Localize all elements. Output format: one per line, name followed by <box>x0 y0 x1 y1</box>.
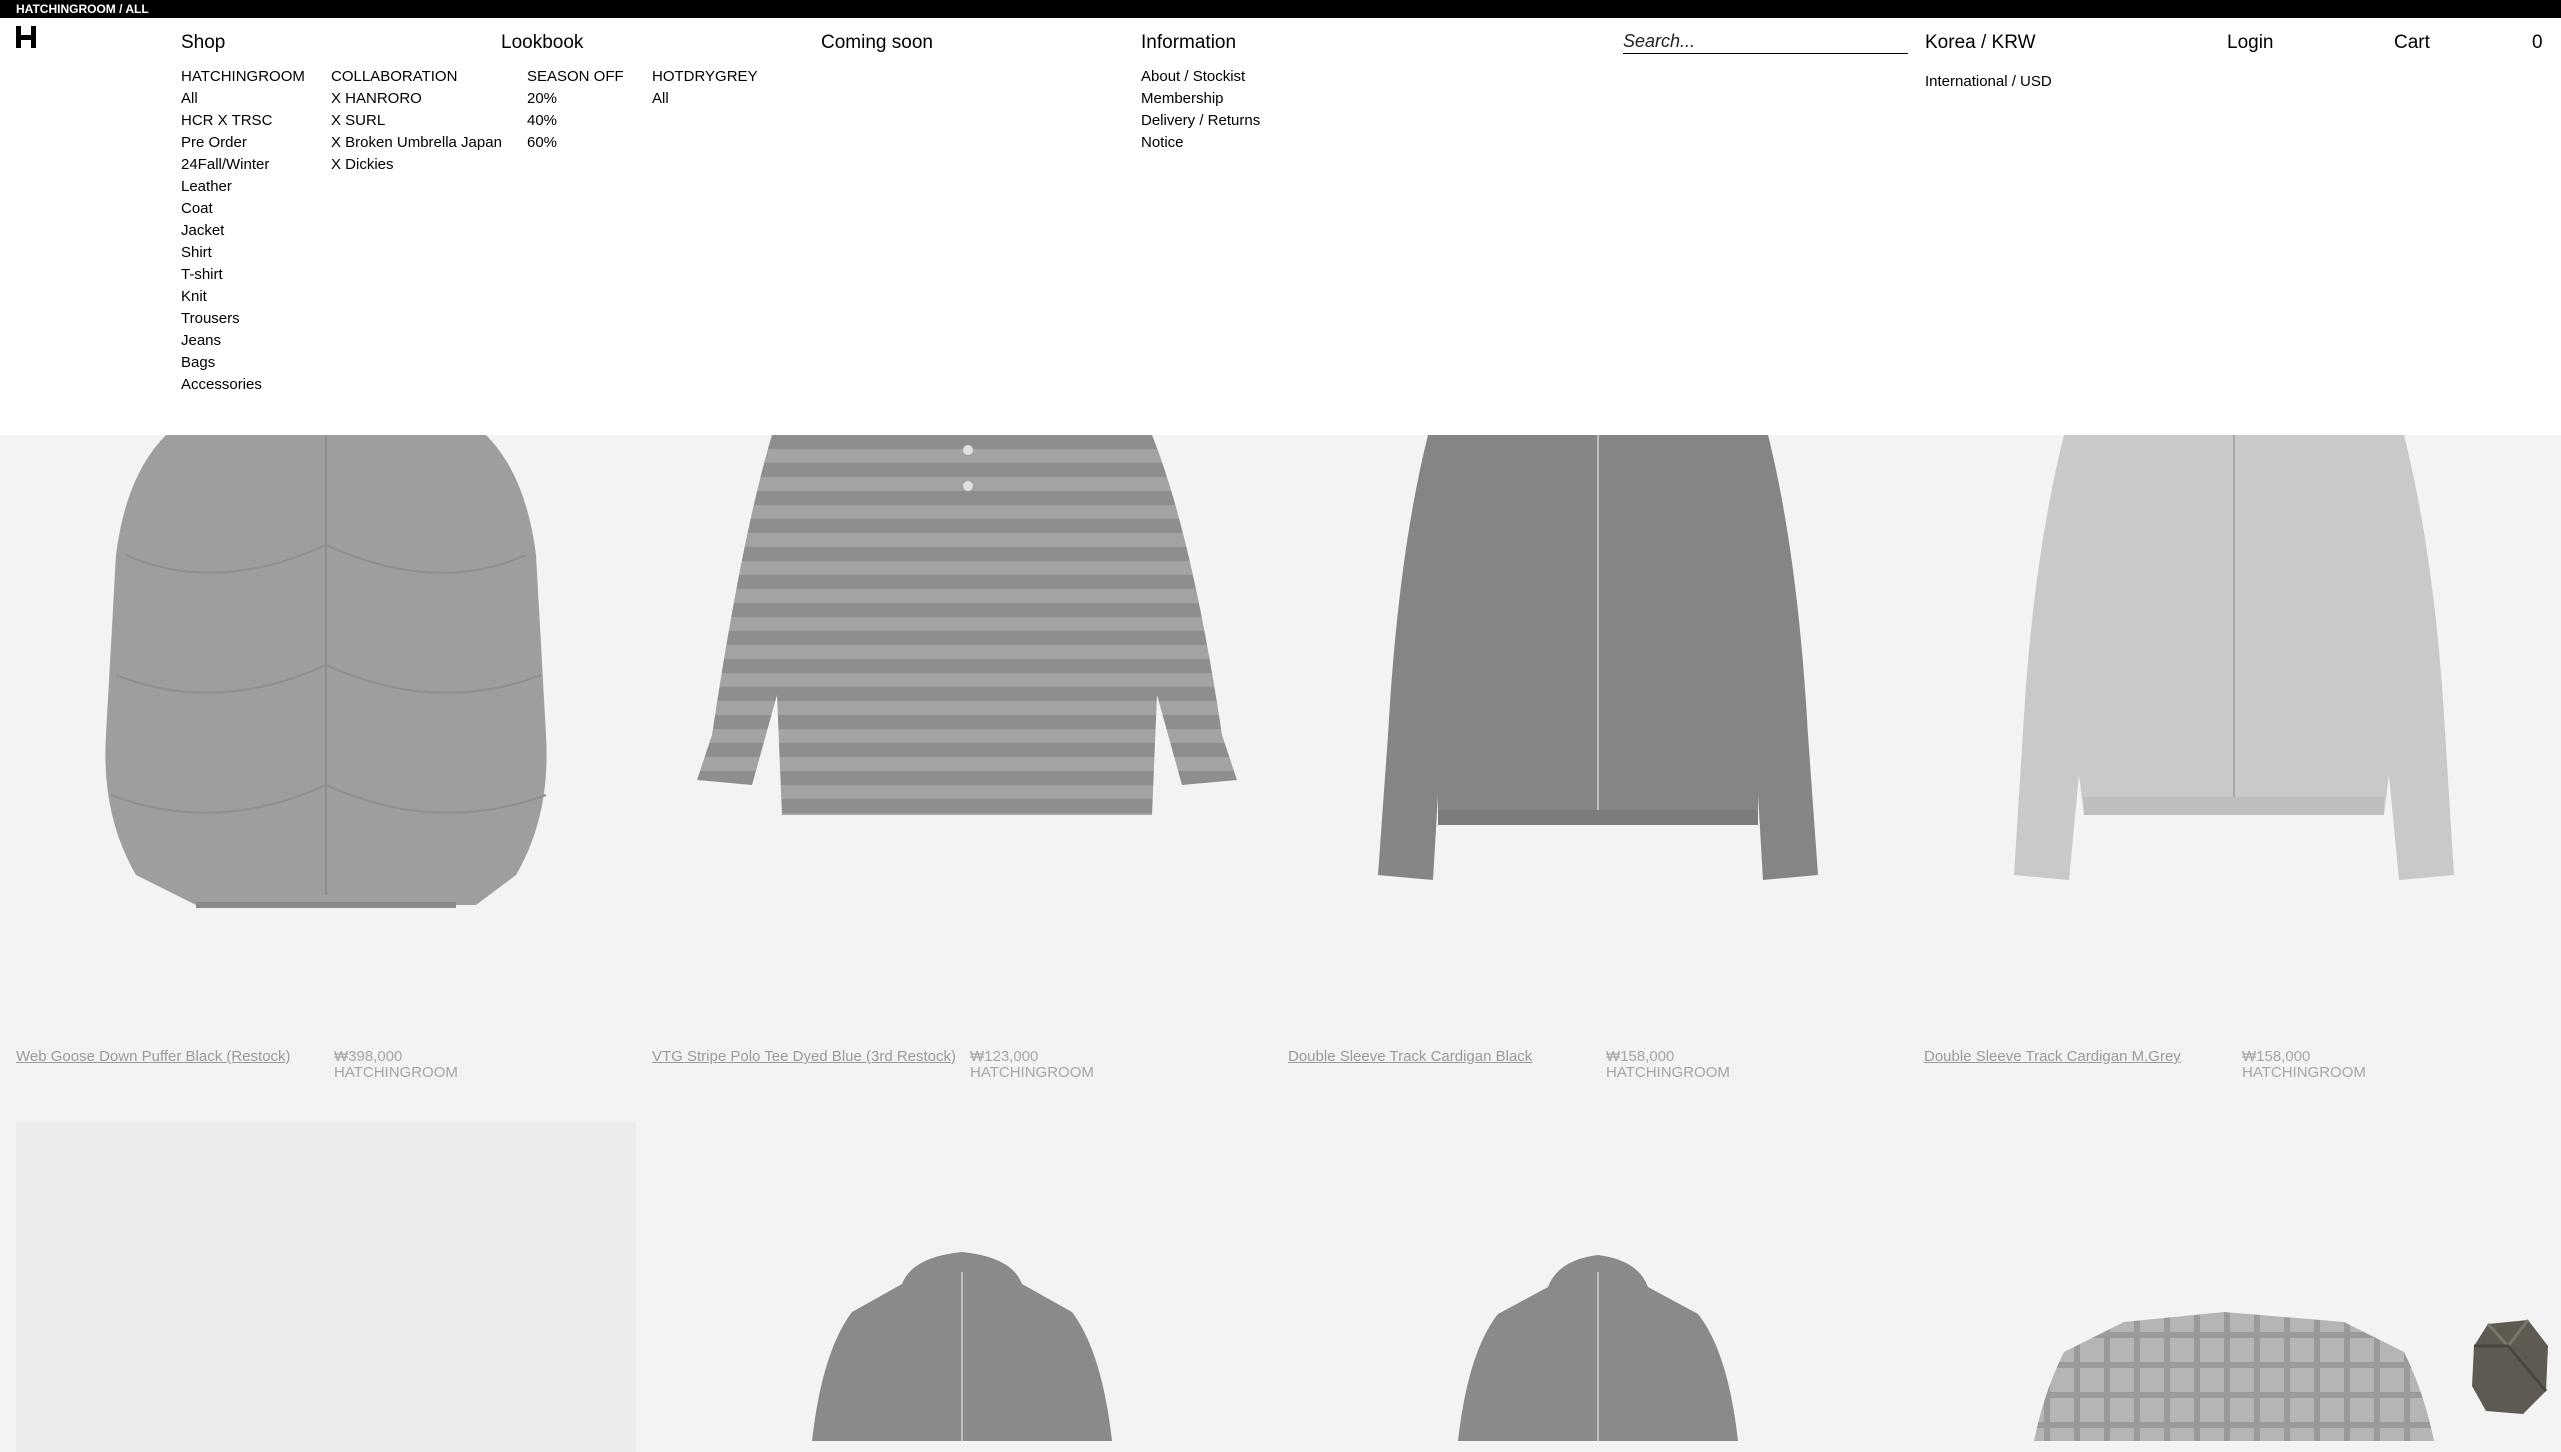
menu-item[interactable]: About / Stockist <box>1141 66 1260 88</box>
menu-item[interactable]: 60% <box>527 132 624 154</box>
rock-icon[interactable] <box>2468 1316 2552 1416</box>
menu-item[interactable]: 24Fall/Winter <box>181 154 305 176</box>
menu-item[interactable]: 40% <box>527 110 624 132</box>
login-link[interactable]: Login <box>2227 32 2274 54</box>
brand: HATCHINGROOM <box>2242 1064 2366 1081</box>
menu-item[interactable]: Coat <box>181 198 305 220</box>
menu-item[interactable]: X HANRORO <box>331 88 502 110</box>
region-selector[interactable]: Korea / KRW <box>1925 32 2036 54</box>
menu-item[interactable]: Jeans <box>181 330 305 352</box>
cart-count: 0 <box>2532 32 2543 53</box>
menu-col-season-off: SEASON OFF 20% 40% 60% <box>527 66 624 154</box>
brand: HATCHINGROOM <box>970 1064 1094 1081</box>
product-image-row2-3[interactable] <box>1288 1122 1908 1441</box>
price: ₩123,000 <box>970 1048 1039 1065</box>
menu-heading[interactable]: SEASON OFF <box>527 66 624 88</box>
price: ₩158,000 <box>2242 1048 2311 1065</box>
menu-item[interactable]: Trousers <box>181 308 305 330</box>
product-image-puffer[interactable] <box>16 435 636 1035</box>
menu-heading[interactable]: HATCHINGROOM <box>181 66 305 88</box>
product-name-4[interactable]: Double Sleeve Track Cardigan M.Grey <box>1924 1048 2181 1065</box>
menu-col-information: About / Stockist Membership Delivery / R… <box>1141 66 1260 154</box>
menu-item[interactable]: Delivery / Returns <box>1141 110 1260 132</box>
product-image-placeholder[interactable] <box>16 1122 636 1452</box>
menu-item[interactable]: Bags <box>181 352 305 374</box>
product-image-row2-4[interactable] <box>1924 1122 2544 1441</box>
menu-heading[interactable]: COLLABORATION <box>331 66 502 88</box>
menu-item[interactable]: Notice <box>1141 132 1260 154</box>
menu-item[interactable]: Accessories <box>181 374 305 396</box>
product-image-track-cardigan-black[interactable] <box>1288 435 1908 1035</box>
menu-item[interactable]: X SURL <box>331 110 502 132</box>
brand: HATCHINGROOM <box>334 1064 458 1081</box>
menu-item[interactable]: Pre Order <box>181 132 305 154</box>
menu-item[interactable]: X Dickies <box>331 154 502 176</box>
menu-item[interactable]: 20% <box>527 88 624 110</box>
menu-item[interactable]: Knit <box>181 286 305 308</box>
logo-icon[interactable] <box>16 24 36 50</box>
product-image-stripe-polo[interactable] <box>652 435 1272 1035</box>
menu-item[interactable]: X Broken Umbrella Japan <box>331 132 502 154</box>
menu-heading[interactable]: HOTDRYGREY <box>652 66 758 88</box>
product-price-1: ₩398,000 HATCHINGROOM <box>334 1049 458 1081</box>
menu-item[interactable]: HCR X TRSC <box>181 110 305 132</box>
nav-shop[interactable]: Shop <box>181 32 225 54</box>
mega-menu: Shop Lookbook Coming soon Information Se… <box>0 18 2561 435</box>
product-price-2: ₩123,000 HATCHINGROOM <box>970 1049 1094 1081</box>
nav-information[interactable]: Information <box>1141 32 1236 54</box>
product-price-4: ₩158,000 HATCHINGROOM <box>2242 1049 2366 1081</box>
price: ₩158,000 <box>1606 1048 1675 1065</box>
menu-item[interactable]: Leather <box>181 176 305 198</box>
product-price-3: ₩158,000 HATCHINGROOM <box>1606 1049 1730 1081</box>
product-image-row2-2[interactable] <box>652 1122 1272 1441</box>
menu-item[interactable]: T-shirt <box>181 264 305 286</box>
menu-col-hotdrygrey: HOTDRYGREY All <box>652 66 758 110</box>
product-name-3[interactable]: Double Sleeve Track Cardigan Black <box>1288 1048 1532 1065</box>
menu-item[interactable]: All <box>652 88 758 110</box>
region-international[interactable]: International / USD <box>1925 72 2052 92</box>
menu-item[interactable]: Membership <box>1141 88 1260 110</box>
cart-link[interactable]: Cart <box>2394 32 2430 54</box>
product-name-1[interactable]: Web Goose Down Puffer Black (Restock) <box>16 1048 291 1065</box>
brand: HATCHINGROOM <box>1606 1064 1730 1081</box>
menu-item[interactable]: Shirt <box>181 242 305 264</box>
menu-col-hatchingroom: HATCHINGROOM All HCR X TRSC Pre Order 24… <box>181 66 305 396</box>
menu-item[interactable]: All <box>181 88 305 110</box>
search-input[interactable]: Search... <box>1623 29 1908 54</box>
menu-col-collaboration: COLLABORATION X HANRORO X SURL X Broken … <box>331 66 502 176</box>
product-name-2[interactable]: VTG Stripe Polo Tee Dyed Blue (3rd Resto… <box>652 1048 956 1065</box>
menu-item[interactable]: Jacket <box>181 220 305 242</box>
nav-lookbook[interactable]: Lookbook <box>501 32 583 54</box>
product-image-track-cardigan-grey[interactable] <box>1924 435 2544 1035</box>
price: ₩398,000 <box>334 1048 403 1065</box>
nav-coming-soon[interactable]: Coming soon <box>821 32 933 54</box>
